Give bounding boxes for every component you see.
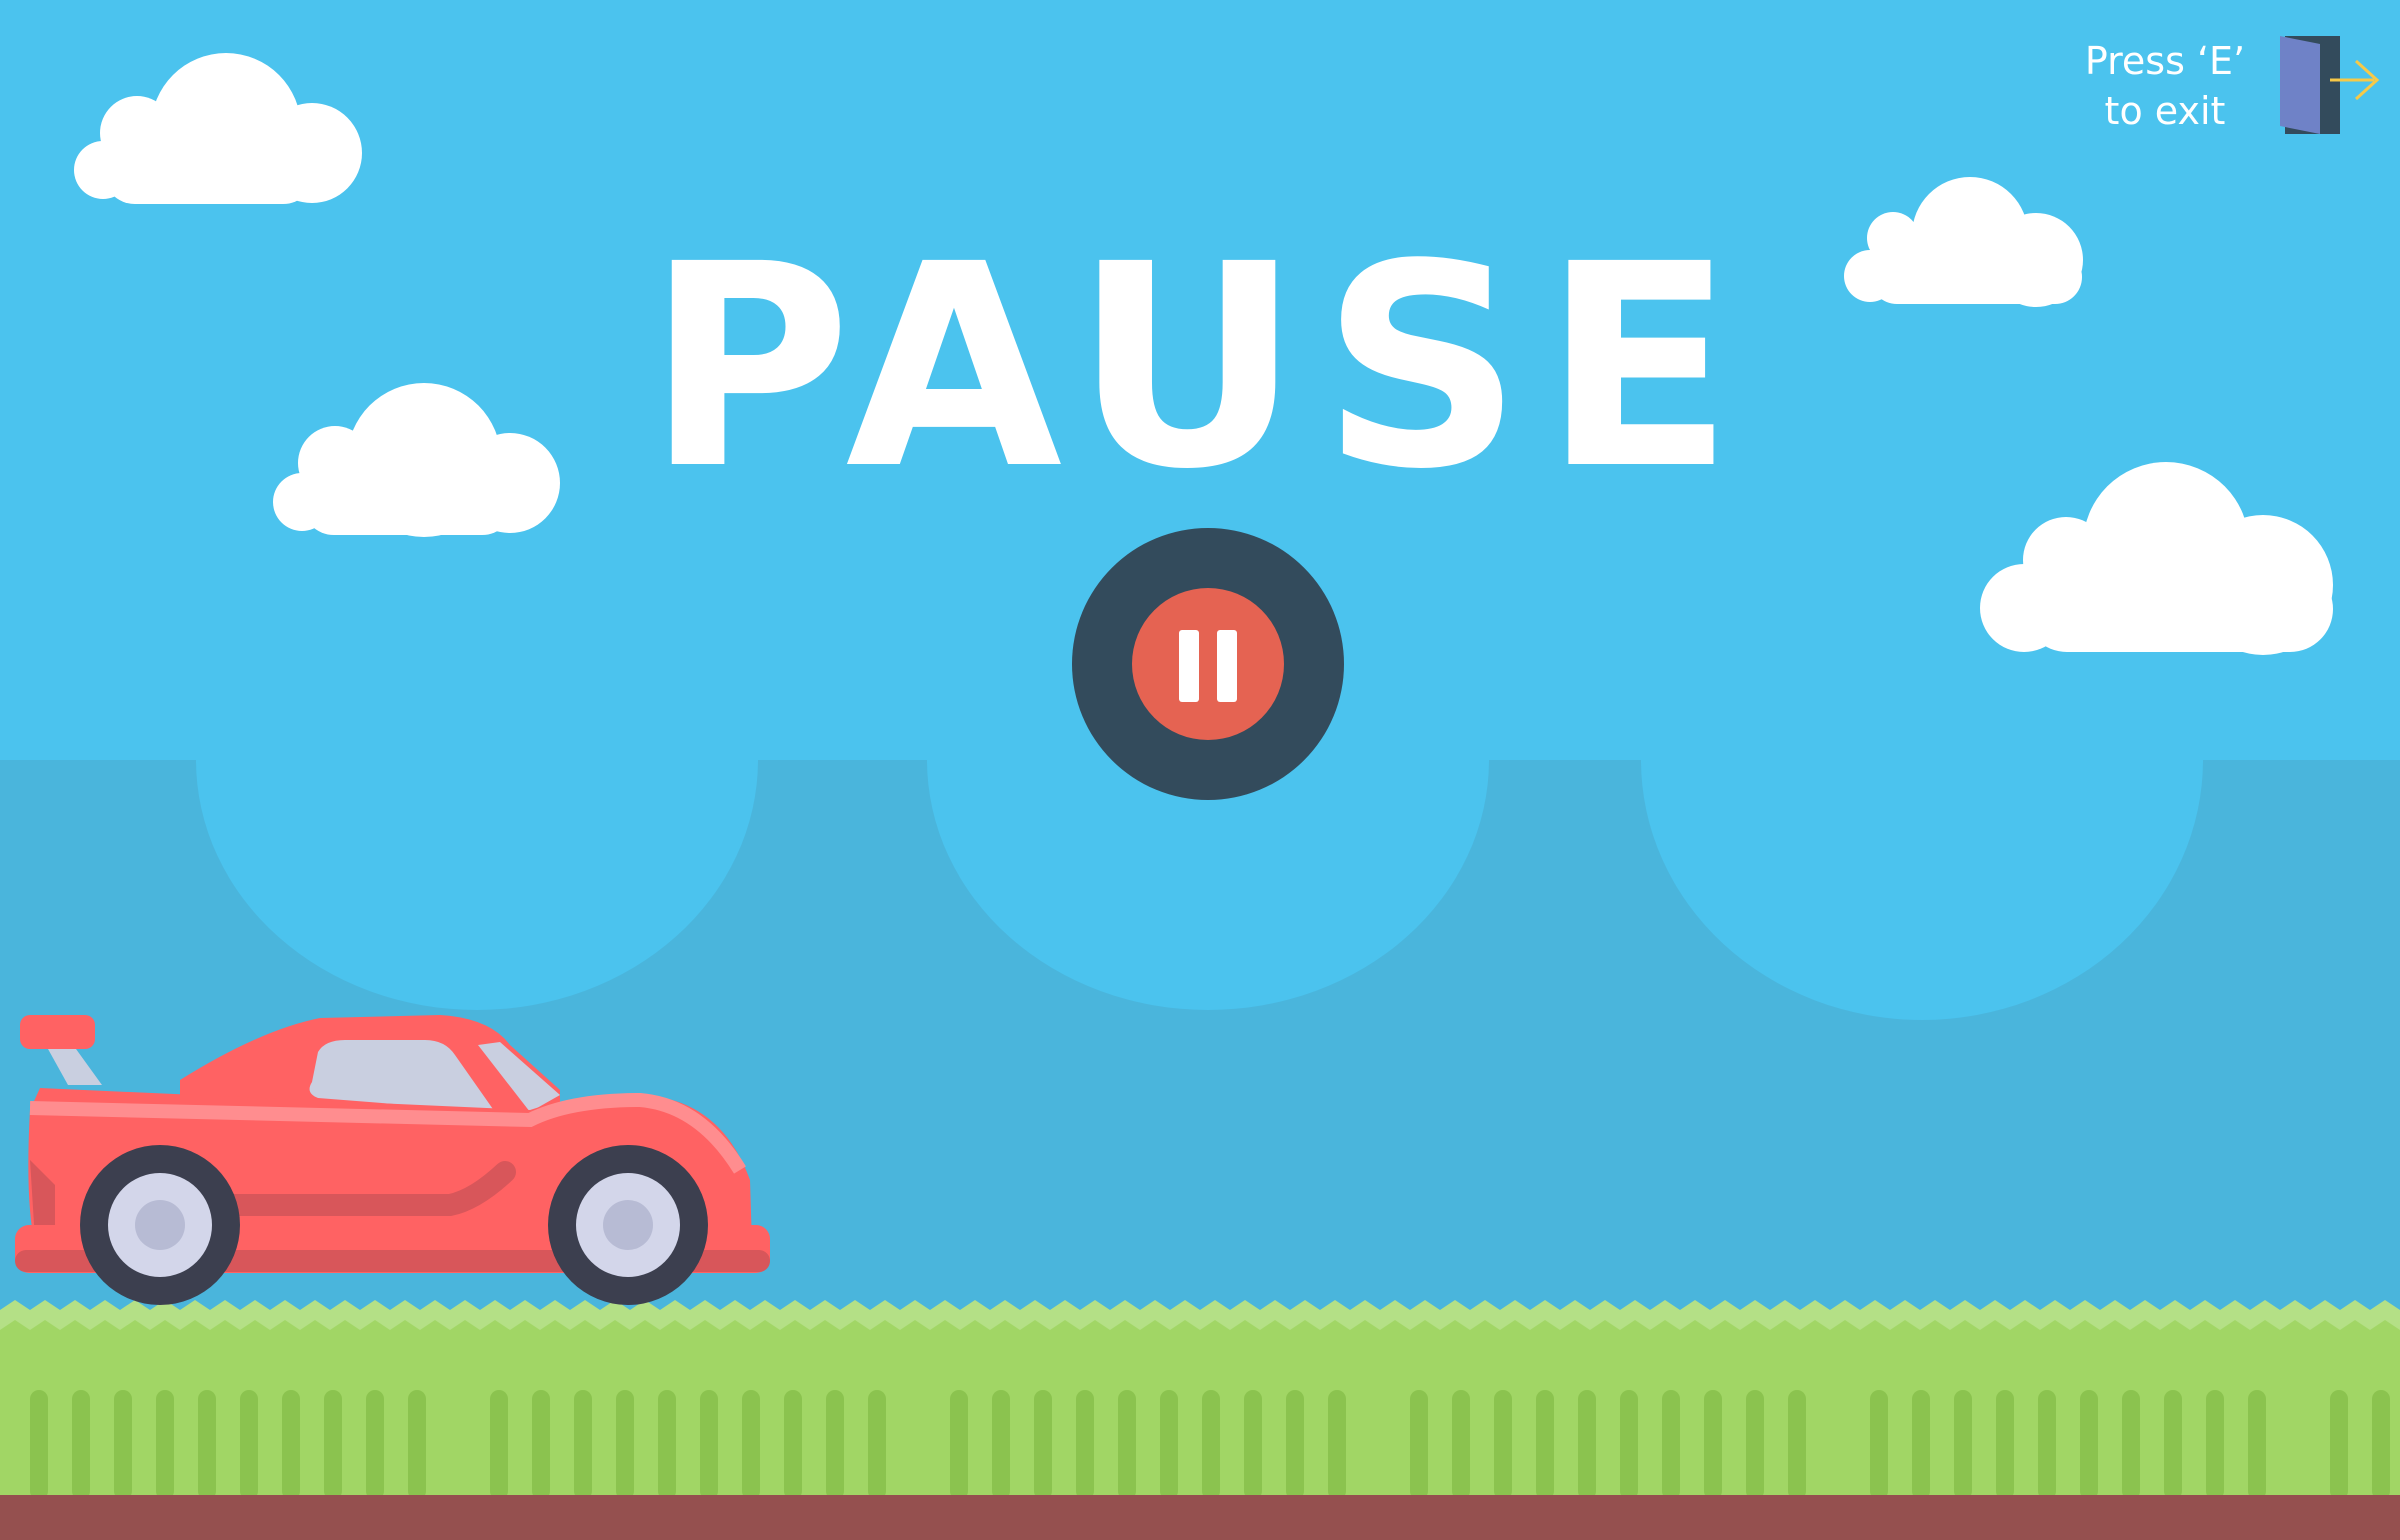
pause-bar-right	[1217, 630, 1237, 702]
game-screen: PAUSE Press ‘E’ to exit	[0, 0, 2400, 1540]
exit-hint[interactable]: Press ‘E’ to exit	[2000, 30, 2390, 150]
dirt-strip	[0, 1495, 2400, 1540]
pause-button[interactable]	[1072, 528, 1344, 800]
pause-bar-left	[1179, 630, 1199, 702]
pause-icon	[1132, 588, 1284, 740]
door-exit-icon	[2280, 36, 2380, 134]
pause-title: PAUSE	[646, 205, 1754, 531]
